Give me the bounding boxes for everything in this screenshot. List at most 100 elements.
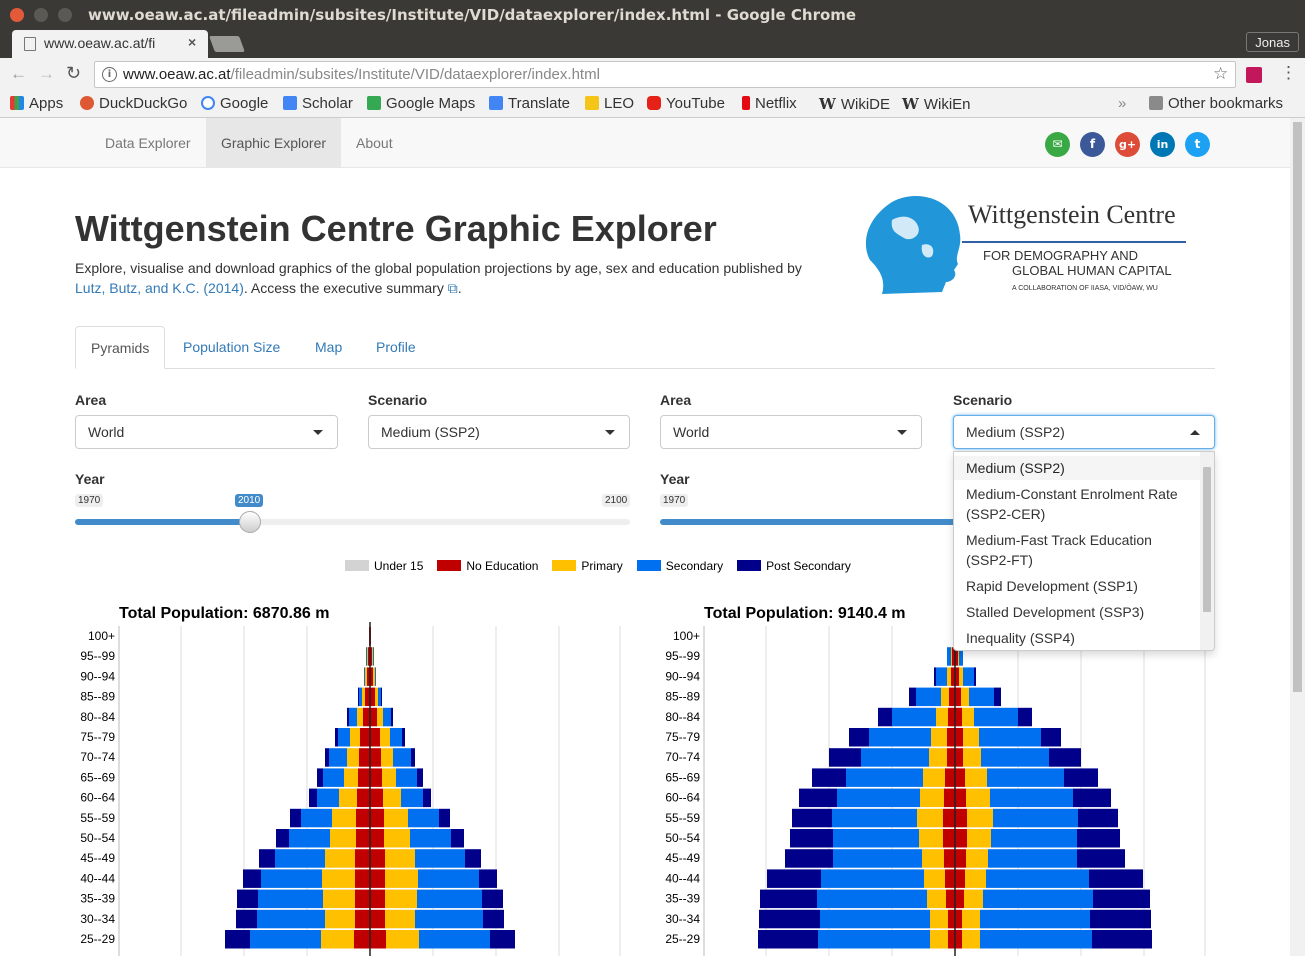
year-slider-left[interactable] bbox=[75, 511, 630, 533]
bookmark-translate[interactable]: Translate bbox=[489, 95, 570, 112]
pyramid-bar bbox=[955, 909, 962, 929]
scenario-option[interactable]: Medium-Constant Enrolment Rate (SSP2-CER… bbox=[954, 482, 1200, 526]
pyramid-bar bbox=[790, 829, 833, 848]
browser-tab[interactable]: www.oeaw.ac.at/fi × bbox=[12, 30, 208, 58]
bookmark-netflix[interactable]: Netflix bbox=[742, 95, 797, 112]
year-slider-handle[interactable] bbox=[239, 511, 261, 533]
back-icon[interactable]: ← bbox=[10, 64, 27, 84]
maximize-window-icon[interactable] bbox=[58, 8, 72, 22]
close-tab-icon[interactable]: × bbox=[188, 34, 196, 50]
area-select-left[interactable]: World bbox=[75, 415, 338, 449]
pyramid-bar bbox=[339, 788, 357, 808]
twitter-share-icon[interactable]: t bbox=[1185, 132, 1210, 157]
pyramid-bar bbox=[948, 707, 955, 727]
pyramid-bar bbox=[317, 768, 323, 787]
pyramid-bar bbox=[943, 808, 955, 828]
dropdown-scroll-thumb[interactable] bbox=[1203, 467, 1211, 612]
bookmark-label: Other bookmarks bbox=[1168, 95, 1284, 112]
tab-map[interactable]: Map bbox=[300, 326, 357, 369]
window-title: www.oeaw.ac.at/fileadmin/subsites/Instit… bbox=[88, 6, 857, 24]
page-icon bbox=[24, 37, 36, 51]
profile-button[interactable]: Jonas bbox=[1246, 32, 1299, 52]
extension-icon[interactable] bbox=[1246, 67, 1262, 83]
tab-profile[interactable]: Profile bbox=[361, 326, 431, 369]
legend-swatch bbox=[437, 560, 462, 571]
pyramid-bar bbox=[1092, 930, 1152, 949]
menu-icon[interactable]: ⋮ bbox=[1280, 63, 1297, 83]
page-scrollbar[interactable] bbox=[1290, 118, 1305, 956]
pyramid-bar bbox=[225, 930, 250, 949]
citation-link[interactable]: Lutz, Butz, and K.C. (2014) bbox=[75, 280, 244, 296]
age-label: 70--74 bbox=[80, 750, 115, 764]
address-bar[interactable]: i www.oeaw.ac.at/fileadmin/subsites/Inst… bbox=[94, 61, 1236, 88]
bookmarks-overflow-button[interactable]: » bbox=[1118, 95, 1126, 112]
pyramid-bar bbox=[357, 707, 363, 727]
age-label: 50--54 bbox=[665, 831, 700, 845]
pyramid-bar bbox=[375, 667, 376, 686]
area-select-right[interactable]: World bbox=[660, 415, 922, 449]
bookmark-scholar[interactable]: Scholar bbox=[283, 95, 353, 112]
other-bookmarks[interactable]: Other bookmarks bbox=[1149, 95, 1283, 112]
pyramid-bar bbox=[817, 889, 927, 909]
reload-icon[interactable]: ↻ bbox=[66, 63, 81, 84]
folder-icon bbox=[1149, 96, 1163, 110]
pyramid-bar bbox=[917, 808, 943, 828]
legend-item: Secondary bbox=[636, 559, 723, 573]
facebook-share-icon[interactable]: f bbox=[1080, 132, 1105, 157]
legend-item: No Education bbox=[437, 559, 538, 573]
bookmark-wikide[interactable]: W WikiDE bbox=[819, 95, 890, 113]
tab-pyramids[interactable]: Pyramids bbox=[75, 326, 166, 369]
pyramid-bar bbox=[370, 869, 385, 888]
chevron-up-icon bbox=[1190, 430, 1200, 435]
age-label: 60--64 bbox=[665, 791, 700, 805]
nav-graphic-explorer[interactable]: Graphic Explorer bbox=[206, 118, 342, 168]
bookmark-leo[interactable]: LEO bbox=[585, 95, 634, 112]
forward-icon[interactable]: → bbox=[38, 64, 55, 84]
info-icon[interactable]: i bbox=[102, 67, 117, 82]
bookmark-duckduckgo[interactable]: DuckDuckGo bbox=[80, 95, 187, 112]
google-plus-share-icon[interactable]: g+ bbox=[1115, 132, 1140, 157]
site-navbar: Data Explorer Graphic Explorer About ✉ f… bbox=[0, 118, 1305, 168]
scenario-option[interactable]: Rapid Development (SSP1) bbox=[954, 574, 1200, 598]
pyramid-bar bbox=[849, 728, 869, 747]
external-link-icon[interactable]: ⧉ bbox=[448, 280, 458, 296]
pyramid-bar bbox=[386, 930, 419, 949]
pyramid-bar bbox=[916, 687, 941, 707]
bookmark-wikien[interactable]: W WikiEn bbox=[902, 95, 971, 113]
age-label: 95--99 bbox=[665, 649, 700, 663]
bookmark-apps[interactable]: Apps bbox=[10, 95, 63, 112]
scenario-select-left[interactable]: Medium (SSP2) bbox=[368, 415, 630, 449]
nav-data-explorer[interactable]: Data Explorer bbox=[90, 118, 206, 168]
scenario-option[interactable]: Medium (SSP2) bbox=[954, 456, 1200, 480]
url-host: www.oeaw.ac.at bbox=[123, 66, 231, 83]
minimize-window-icon[interactable] bbox=[34, 8, 48, 22]
linkedin-share-icon[interactable]: in bbox=[1150, 132, 1175, 157]
nav-about[interactable]: About bbox=[341, 118, 408, 168]
scenario-option[interactable]: Medium-Fast Track Education (SSP2-FT) bbox=[954, 528, 1200, 572]
pyramid-bar bbox=[366, 647, 367, 666]
bookmark-google[interactable]: Google bbox=[201, 95, 268, 112]
close-window-icon[interactable] bbox=[10, 8, 24, 22]
pyramid-bar bbox=[383, 707, 391, 727]
pyramid-bar bbox=[408, 808, 439, 828]
pyramid-bar bbox=[947, 728, 955, 747]
scenario-select-right[interactable]: Medium (SSP2) bbox=[953, 415, 1215, 449]
pyramid-bar bbox=[362, 687, 365, 707]
bookmark-star-icon[interactable]: ☆ bbox=[1213, 64, 1228, 84]
dropdown-scrollbar[interactable] bbox=[1200, 452, 1214, 650]
pyramid-bar bbox=[370, 728, 380, 747]
age-label: 90--94 bbox=[665, 669, 700, 683]
new-tab-button[interactable] bbox=[209, 36, 245, 52]
tab-population-size[interactable]: Population Size bbox=[168, 326, 295, 369]
scenario-option[interactable]: Stalled Development (SSP3) bbox=[954, 600, 1200, 624]
page-scroll-thumb[interactable] bbox=[1293, 122, 1302, 692]
email-share-icon[interactable]: ✉ bbox=[1045, 132, 1070, 157]
scenario-option[interactable]: Inequality (SSP4) bbox=[954, 626, 1200, 650]
age-label: 35--39 bbox=[80, 892, 115, 906]
tab-strip: www.oeaw.ac.at/fi × Jonas bbox=[0, 30, 1305, 58]
age-label: 30--34 bbox=[665, 912, 700, 926]
bookmarks-bar: Apps DuckDuckGo Google Scholar Google Ma… bbox=[0, 91, 1305, 118]
bookmark-youtube[interactable]: YouTube bbox=[647, 95, 725, 112]
pyramid-bar bbox=[322, 869, 355, 888]
bookmark-google-maps[interactable]: Google Maps bbox=[367, 95, 475, 112]
